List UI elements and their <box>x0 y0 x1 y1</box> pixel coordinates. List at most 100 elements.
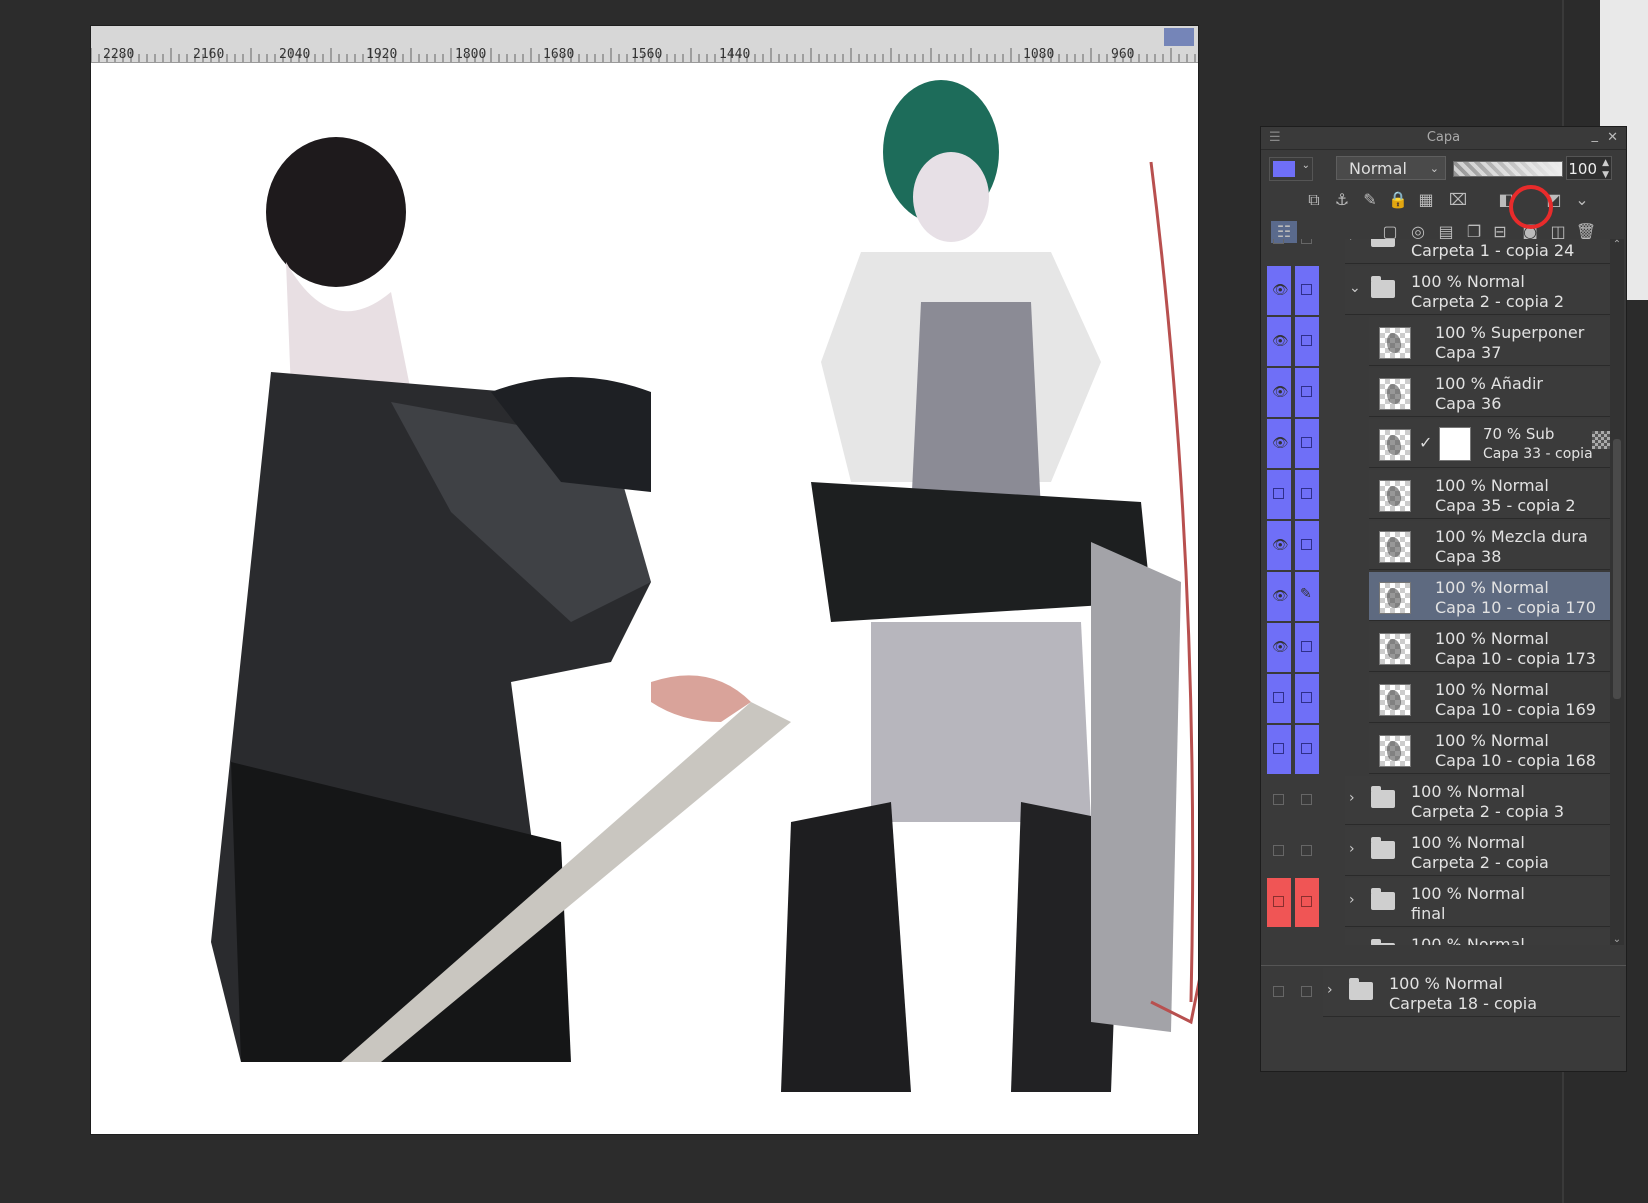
visibility-toggle[interactable] <box>1267 674 1291 723</box>
layer-name: final <box>1411 904 1446 923</box>
visibility-toggle[interactable] <box>1267 827 1291 876</box>
lock-toggle[interactable] <box>1295 623 1319 672</box>
layer-opacity-mode: 100 % Normal <box>1435 476 1549 495</box>
layer-panel: ☰ Capa _ ✕ ⌄ Normal ⌄ 100 ▲ ▼ ⧉ ⚓ ✎ 🔒 ▦ ⌧ ◧… <box>1260 126 1627 1072</box>
lock-toggle[interactable] <box>1295 929 1319 945</box>
layer-thumbnail <box>1379 327 1411 359</box>
lock-toggle[interactable] <box>1295 368 1319 417</box>
layer-color-button[interactable]: ⌄ <box>1269 157 1313 181</box>
ruler-tick-label: 2040 <box>279 47 310 62</box>
visibility-toggle[interactable] <box>1267 470 1291 519</box>
eye-icon: 👁 <box>1272 334 1289 349</box>
chevron-right-icon[interactable]: › <box>1349 943 1355 945</box>
mask-thumbnail <box>1439 427 1471 461</box>
lock-toggle[interactable] <box>1295 776 1319 825</box>
close-icon[interactable]: ✕ <box>1607 127 1618 149</box>
layer-row[interactable]: 👁 ✎ 100 % Normal Capa 10 - copia 170 <box>1261 572 1626 621</box>
visibility-toggle[interactable]: 👁 <box>1267 368 1291 417</box>
chevron-down-icon[interactable]: ⌄ <box>1349 280 1361 296</box>
layer-opacity-mode: 100 % Normal <box>1411 782 1525 801</box>
layer-thumbnail <box>1379 684 1411 716</box>
lock-toggle[interactable] <box>1295 521 1319 570</box>
layer-thumbnail <box>1379 480 1411 512</box>
layer-list-scrollbar[interactable]: ⌃ ⌄ <box>1610 239 1624 945</box>
visibility-toggle[interactable] <box>1267 929 1291 945</box>
panel-title: Capa <box>1426 130 1461 145</box>
visibility-toggle[interactable]: 👁 <box>1267 521 1291 570</box>
visibility-toggle[interactable]: 👁 <box>1267 572 1291 621</box>
layer-name: Carpeta 2 - copia 2 <box>1411 292 1565 311</box>
lock-toggle[interactable] <box>1295 674 1319 723</box>
layer-row[interactable]: 👁 100 % Normal Capa 10 - copia 173 <box>1261 623 1626 672</box>
folder-icon <box>1371 837 1395 859</box>
chevron-right-icon[interactable]: › <box>1349 892 1355 908</box>
ruler-tick-label: 1440 <box>719 47 750 62</box>
chevron-right-icon[interactable]: › <box>1349 790 1355 806</box>
menu-icon[interactable]: ☰ <box>1269 127 1281 149</box>
bottom-layer-row[interactable]: › 100 % Normal Carpeta 18 - copia <box>1261 965 1626 1020</box>
lock-toggle[interactable] <box>1295 266 1319 315</box>
layer-row[interactable]: 👁 100 % Añadir Capa 36 <box>1261 368 1626 417</box>
visibility-toggle[interactable] <box>1267 878 1291 927</box>
visibility-toggle[interactable]: 👁 <box>1267 317 1291 366</box>
panel-titlebar[interactable]: ☰ Capa _ ✕ <box>1261 127 1626 150</box>
layer-name: Capa 10 - copia 168 <box>1435 751 1596 770</box>
lock-toggle[interactable] <box>1295 968 1319 1017</box>
lock-toggle[interactable] <box>1295 470 1319 519</box>
layer-row[interactable]: 100 % Normal Capa 35 - copia 2 <box>1261 470 1626 519</box>
layer-row[interactable]: 👁 100 % Mezcla dura Capa 38 <box>1261 521 1626 570</box>
canvas[interactable]: 2280 2160 2040 1920 1800 1680 1560 1440 1080 960 <box>91 26 1198 1134</box>
draft-layer-icon[interactable]: ✎ <box>1359 189 1381 211</box>
ruler-tick-label: 1920 <box>366 47 397 62</box>
layer-opacity-mode: 100 % Mezcla dura <box>1435 527 1588 546</box>
visibility-toggle[interactable] <box>1267 968 1291 1017</box>
layer-thumbnail <box>1379 633 1411 665</box>
lock-toggle[interactable] <box>1295 317 1319 366</box>
opacity-field[interactable]: 100 ▲ ▼ <box>1566 156 1612 180</box>
lock-toggle[interactable] <box>1295 419 1319 468</box>
layer-row[interactable]: ›100 % Normalip render <box>1261 929 1626 945</box>
opacity-slider[interactable] <box>1453 161 1563 177</box>
ruler-corner-button[interactable] <box>1164 28 1194 46</box>
minimize-icon[interactable]: _ <box>1592 125 1599 147</box>
chevron-right-icon[interactable]: › <box>1349 841 1355 857</box>
eye-icon: 👁 <box>1272 283 1289 298</box>
layer-opacity-mode: 100 % Normal <box>1435 629 1549 648</box>
lock-toggle[interactable] <box>1295 878 1319 927</box>
check-icon: ✓ <box>1419 433 1433 452</box>
layer-row[interactable]: 100 % Normal Capa 10 - copia 169 <box>1261 674 1626 723</box>
clip-layer-icon[interactable]: ⧉ <box>1303 189 1325 211</box>
reference-layer-icon[interactable]: ⚓ <box>1331 189 1353 211</box>
chevron-right-icon[interactable]: › <box>1327 982 1333 998</box>
layer-name: Capa 38 <box>1435 547 1502 566</box>
layer-row[interactable]: 👁 100 % Superponer Capa 37 <box>1261 317 1626 366</box>
visibility-toggle[interactable] <box>1267 239 1291 264</box>
chevron-down-icon[interactable]: ⌄ <box>1571 189 1593 211</box>
visibility-toggle[interactable] <box>1267 725 1291 774</box>
chevron-right-icon[interactable]: › <box>1349 239 1355 245</box>
lock-toggle[interactable] <box>1295 725 1319 774</box>
blend-mode-select[interactable]: Normal ⌄ <box>1336 156 1446 180</box>
lock-toggle[interactable] <box>1295 239 1319 264</box>
layer-row[interactable]: › 100 % Normal Carpeta 2 - copia 3 <box>1261 776 1626 825</box>
layer-row[interactable]: › 100 % Normal Carpeta 2 - copia <box>1261 827 1626 876</box>
layer-row[interactable]: › 100 % Normal final <box>1261 878 1626 927</box>
lock-toggle[interactable]: ✎ <box>1295 572 1319 621</box>
layer-row[interactable]: 100 % Normal Capa 10 - copia 168 <box>1261 725 1626 774</box>
visibility-toggle[interactable]: 👁 <box>1267 623 1291 672</box>
layer-row[interactable]: › 100 % Normal Carpeta 18 - copia <box>1261 968 1626 1017</box>
visibility-toggle[interactable]: 👁 <box>1267 266 1291 315</box>
mask-enable-icon[interactable]: ⌧ <box>1447 189 1469 211</box>
layer-row[interactable]: › Carpeta 1 - copia 24 <box>1261 239 1626 264</box>
layer-row[interactable]: 👁 ✓ 70 % Sub Capa 33 - copia <box>1261 419 1626 468</box>
visibility-toggle[interactable] <box>1267 776 1291 825</box>
layer-row[interactable]: 👁 ⌄ 100 % Normal Carpeta 2 - copia 2 <box>1261 266 1626 315</box>
lock-icon[interactable]: 🔒 <box>1387 189 1409 211</box>
lock-transparency-icon[interactable]: ▦ <box>1415 189 1437 211</box>
folder-icon <box>1371 786 1395 808</box>
left-character <box>211 137 791 1062</box>
visibility-toggle[interactable]: 👁 <box>1267 419 1291 468</box>
layer-opacity-mode: 100 % Normal <box>1411 272 1525 291</box>
layer-opacity-mode: 100 % Añadir <box>1435 374 1543 393</box>
lock-toggle[interactable] <box>1295 827 1319 876</box>
